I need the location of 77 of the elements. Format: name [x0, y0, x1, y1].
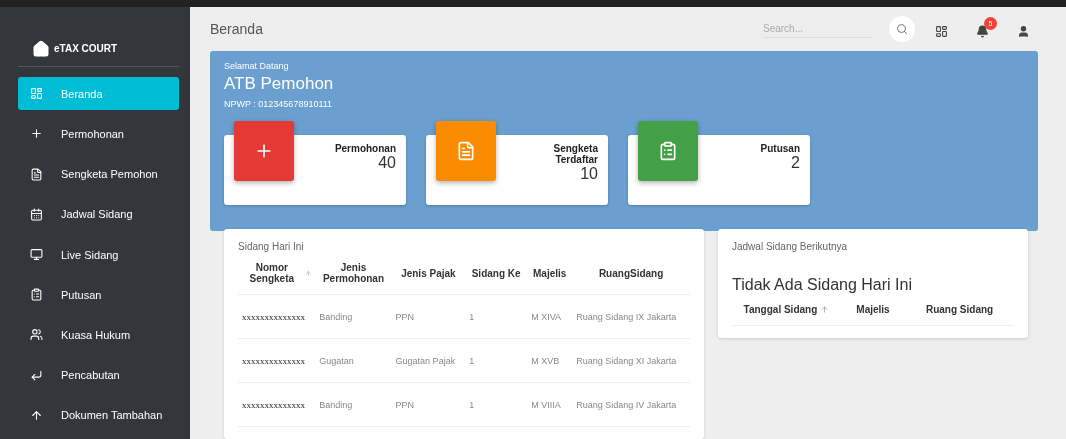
- table-cell: Ruang Sidang IV Jakarta: [572, 382, 690, 427]
- table-cell: 1: [465, 338, 528, 383]
- clipboard-icon: [658, 140, 678, 161]
- dashboard-icon: [30, 87, 43, 101]
- sidebar-item-label: Pencabutan: [61, 369, 120, 382]
- table-cell: M XVB: [527, 338, 573, 383]
- table-cell: PPN: [391, 294, 466, 339]
- search-field[interactable]: Search...: [763, 19, 873, 38]
- sidebar-item[interactable]: Putusan: [18, 278, 179, 312]
- sort-arrow-icon: [820, 305, 830, 314]
- dashboard-icon: [935, 25, 948, 39]
- user-name: ATB Pemohon: [224, 73, 335, 94]
- greeting-text: Selamat Datang: [224, 60, 290, 71]
- column-header[interactable]: Majelis: [527, 256, 573, 295]
- sidebar-item-label: Dokumen Tambahan: [61, 409, 163, 422]
- sort-arrow-icon: [304, 268, 312, 278]
- table-cell: M VIIIA: [527, 382, 573, 427]
- table-cell: 1: [465, 382, 528, 427]
- sidebar-item-label: Jadwal Sidang: [61, 208, 133, 221]
- table-cell: M XIVA: [527, 294, 573, 339]
- clipboard-icon: [30, 288, 43, 302]
- return-arrow-icon: [30, 368, 43, 382]
- table-cell: xxxxxxxxxxxxxx: [238, 338, 316, 383]
- table-cell: Gugatan: [315, 338, 392, 383]
- calendar-icon: [30, 207, 43, 221]
- sidebar-item[interactable]: Permohonan: [18, 117, 179, 151]
- column-header[interactable]: Jenis Permohonan: [315, 256, 392, 295]
- sidebar-item[interactable]: Kuasa Hukum: [18, 318, 179, 352]
- up-arrow-icon: [30, 408, 43, 422]
- sidebar-item[interactable]: Jadwal Sidang: [18, 197, 179, 231]
- document-icon: [30, 167, 43, 181]
- people-icon: [30, 328, 43, 342]
- column-header[interactable]: Jenis Pajak: [391, 256, 466, 295]
- column-header[interactable]: Tanggal Sidang: [732, 298, 841, 326]
- stat-label: Putusan: [759, 142, 800, 154]
- stat-value: 10: [580, 164, 598, 183]
- stat-value: 2: [791, 153, 800, 172]
- sidebar-item-label: Permohonan: [61, 127, 124, 140]
- sidebar-item-label: Sengketa Pemohon: [61, 168, 158, 181]
- empty-message: Tidak Ada Sidang Hari Ini: [732, 276, 913, 294]
- table-cell: xxxxxxxxxxxxxx: [238, 294, 316, 339]
- sidebar-item[interactable]: Dokumen Tambahan: [18, 398, 179, 432]
- house-logo-icon: [32, 39, 50, 58]
- column-header[interactable]: RuangSidang: [572, 256, 690, 295]
- table-cell: xxxxxxxxxxxxxx: [238, 382, 316, 427]
- card-title: Sidang Hari Ini: [238, 241, 305, 252]
- card-title: Jadwal Sidang Berikutnya: [732, 241, 849, 252]
- page-title: Beranda: [210, 20, 264, 37]
- sidebar-item[interactable]: Live Sidang: [18, 237, 179, 272]
- monitor-icon: [30, 248, 43, 261]
- stat-label: Sengketa Terdaftar: [552, 142, 598, 165]
- npwp-text: NPWP : 012345678910111: [224, 98, 334, 109]
- table-cell: PPN: [391, 382, 466, 427]
- table-cell: Banding: [315, 382, 392, 427]
- sidebar-item-label: Putusan: [61, 288, 102, 301]
- stat-value: 40: [378, 153, 396, 172]
- table-cell: Banding: [315, 294, 392, 339]
- column-header[interactable]: Sidang Ke: [465, 256, 528, 295]
- column-header[interactable]: Nomor Sengketa: [238, 256, 316, 295]
- table-cell: Ruang Sidang IX Jakarta: [572, 294, 690, 339]
- column-header[interactable]: Majelis: [840, 298, 906, 326]
- sidebar-item[interactable]: Sengketa Pemohon: [18, 157, 179, 191]
- sidebar-item-label: Kuasa Hukum: [61, 328, 131, 341]
- sidebar-item-label: Live Sidang: [61, 248, 119, 261]
- table-cell: Ruang Sidang XI Jakarta: [572, 338, 690, 383]
- search-icon: [896, 22, 908, 35]
- document-icon: [456, 140, 476, 161]
- table-cell: Gugatan Pajak: [391, 338, 466, 383]
- sidebar-item-label: Beranda: [61, 87, 103, 100]
- plus-icon: [30, 127, 43, 141]
- bell-icon: [976, 25, 989, 39]
- table-cell: 1: [465, 294, 528, 339]
- column-header[interactable]: Ruang Sidang: [905, 298, 1014, 326]
- stat-label: Permohonan: [333, 142, 396, 154]
- user-icon: [1017, 25, 1030, 39]
- logo-text: eTAX COURT: [54, 43, 118, 55]
- sidebar-item[interactable]: Pencabutan: [18, 358, 179, 392]
